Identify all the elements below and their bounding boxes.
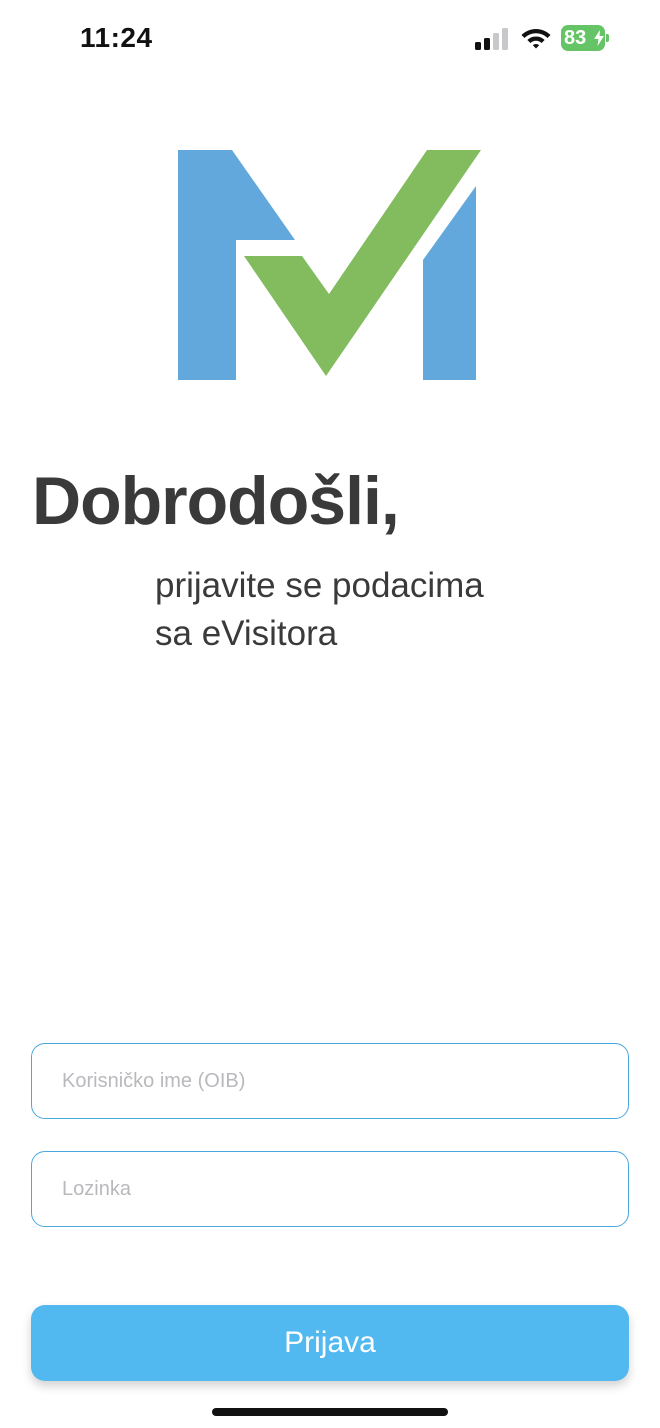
login-screen: 11:24 83 Dobrodošli, prijavite se podaci…: [0, 0, 660, 1428]
battery-body: 83: [561, 25, 605, 51]
battery-cap: [606, 34, 609, 42]
welcome-title: Dobrodošli,: [32, 463, 400, 539]
m-checkmark-logo: [178, 150, 481, 380]
signal-icon: [475, 28, 508, 50]
welcome-subtitle-line-1: prijavite se podacima: [155, 566, 484, 605]
welcome-subtitle: prijavite se podacima sa eVisitora: [155, 562, 575, 658]
password-input[interactable]: [31, 1151, 629, 1227]
login-button[interactable]: Prijava: [31, 1305, 629, 1381]
welcome-subtitle-line-2: sa eVisitora: [155, 614, 338, 653]
username-input[interactable]: [31, 1043, 629, 1119]
status-time: 11:24: [80, 22, 153, 53]
status-bar: 11:24 83: [0, 0, 660, 80]
battery-percent: 83: [564, 27, 587, 49]
charging-bolt-icon: [594, 30, 604, 46]
wifi-icon: [521, 29, 551, 49]
home-indicator[interactable]: [212, 1408, 448, 1416]
battery-icon: 83: [561, 25, 609, 51]
